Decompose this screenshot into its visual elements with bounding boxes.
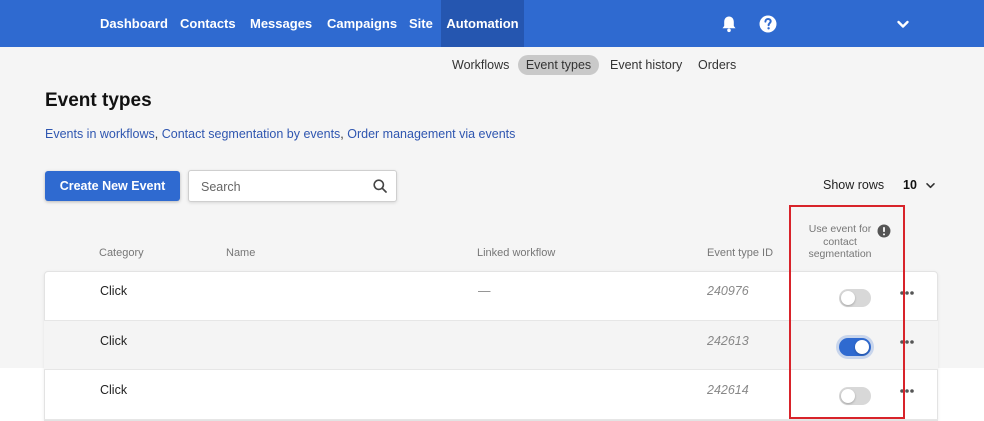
cell-event-type-id: 240976 <box>707 284 749 298</box>
nav-item-campaigns[interactable]: Campaigns <box>327 0 397 47</box>
tab-event-types[interactable]: Event types <box>518 55 599 75</box>
nav-item-automation[interactable]: Automation <box>441 0 524 47</box>
search-input[interactable] <box>201 178 361 196</box>
table-row[interactable]: Click 242613 <box>44 321 938 370</box>
info-icon[interactable] <box>877 224 891 238</box>
nav-item-contacts[interactable]: Contacts <box>180 0 236 47</box>
show-rows-select[interactable]: 10 <box>903 178 917 192</box>
bell-icon[interactable] <box>719 14 739 34</box>
table-row[interactable]: Click 242614 <box>44 371 938 420</box>
segmentation-toggle[interactable] <box>839 289 871 307</box>
column-header-event-type-id[interactable]: Event type ID <box>707 247 773 259</box>
cell-category: Click <box>100 334 128 348</box>
nav-item-site[interactable]: Site <box>409 0 433 47</box>
column-header-category[interactable]: Category <box>99 247 144 259</box>
toggle-knob <box>855 340 869 354</box>
link-order-management[interactable]: Order management via events <box>347 127 515 141</box>
help-links: Events in workflows, Contact segmentatio… <box>45 127 515 141</box>
show-rows-label: Show rows <box>823 178 885 192</box>
column-header-linked-workflow[interactable]: Linked workflow <box>477 247 555 259</box>
create-new-event-button[interactable]: Create New Event <box>45 171 180 201</box>
more-options-icon[interactable] <box>899 388 915 394</box>
column-header-segmentation: Use event for contact segmentation <box>808 223 872 260</box>
more-options-icon[interactable] <box>899 290 915 296</box>
cell-category: Click <box>100 383 128 397</box>
tab-event-history[interactable]: Event history <box>610 55 682 75</box>
link-contact-segmentation[interactable]: Contact segmentation by events <box>162 127 341 141</box>
toggle-knob <box>841 389 855 403</box>
table-row[interactable]: Click — 240976 <box>44 272 938 321</box>
segmentation-toggle[interactable] <box>839 338 871 356</box>
column-header-name[interactable]: Name <box>226 247 255 259</box>
link-events-in-workflows[interactable]: Events in workflows <box>45 127 155 141</box>
toggle-knob <box>841 291 855 305</box>
help-icon[interactable] <box>758 14 778 34</box>
search-icon[interactable] <box>372 178 388 194</box>
chevron-down-icon[interactable] <box>894 15 912 33</box>
chevron-down-icon[interactable] <box>925 180 936 191</box>
nav-item-messages[interactable]: Messages <box>250 0 312 47</box>
segmentation-toggle[interactable] <box>839 387 871 405</box>
cell-event-type-id: 242613 <box>707 334 749 348</box>
cell-linked-workflow: — <box>478 284 491 298</box>
link-separator: , <box>154 127 162 141</box>
more-options-icon[interactable] <box>899 339 915 345</box>
tab-orders[interactable]: Orders <box>698 55 736 75</box>
tab-workflows[interactable]: Workflows <box>452 55 509 75</box>
top-navigation: Dashboard Contacts Messages Campaigns Si… <box>0 0 984 47</box>
nav-item-dashboard[interactable]: Dashboard <box>100 0 168 47</box>
cell-category: Click <box>100 284 128 298</box>
cell-event-type-id: 242614 <box>707 383 749 397</box>
search-field <box>188 170 397 202</box>
page-title: Event types <box>45 90 152 111</box>
